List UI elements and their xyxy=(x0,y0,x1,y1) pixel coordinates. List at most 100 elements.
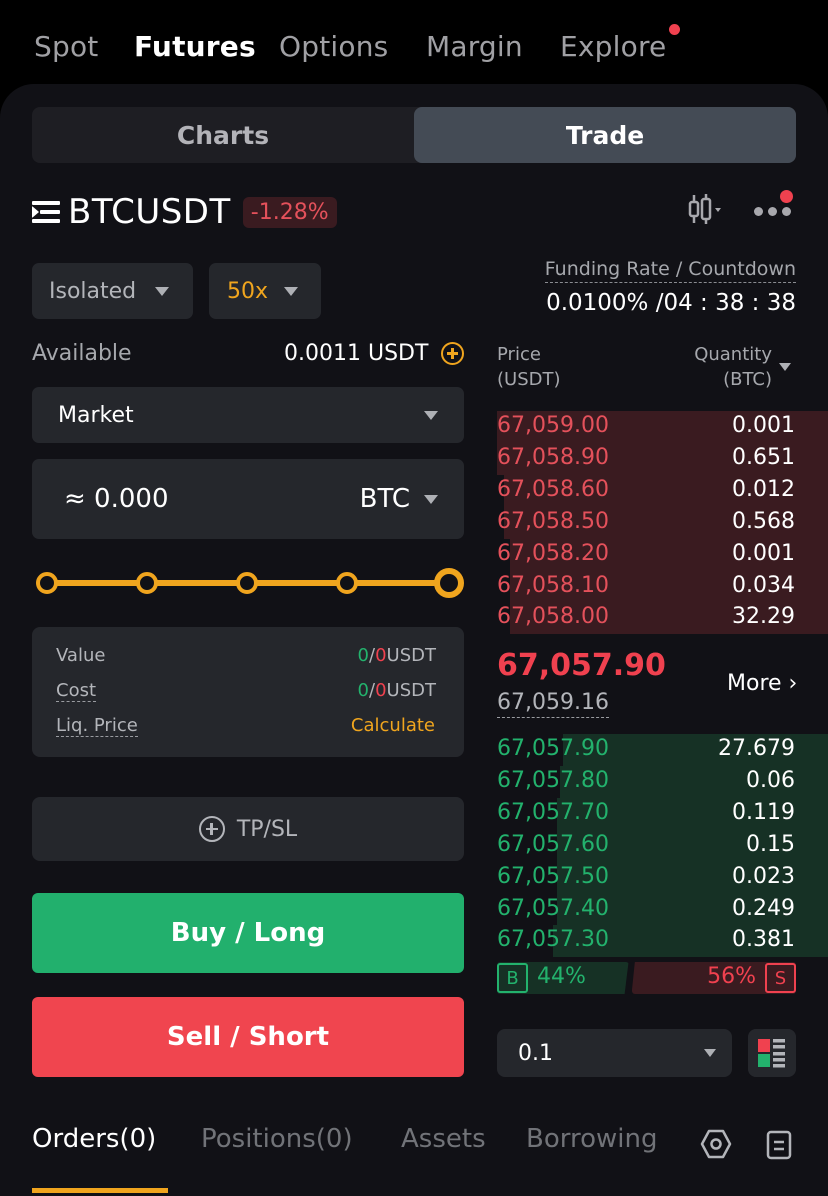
more-dots-icon[interactable] xyxy=(752,200,792,220)
order-quantity: 0.651 xyxy=(732,444,795,470)
nav-explore[interactable]: Explore xyxy=(560,30,666,63)
order-price: 67,057.50 xyxy=(497,863,609,889)
bid-row[interactable]: 67,057.30 0.381 xyxy=(497,925,828,958)
slider-step-75[interactable] xyxy=(336,572,358,594)
orderbook-layout-icon[interactable] xyxy=(748,1029,796,1077)
depth-step-dropdown[interactable]: 0.1 xyxy=(497,1029,732,1077)
ask-row[interactable]: 67,058.10 0.034 xyxy=(497,570,828,603)
cost-label[interactable]: Cost xyxy=(56,680,97,702)
order-quantity: 0.001 xyxy=(732,413,795,438)
tab-orders[interactable]: Orders(0) xyxy=(32,1124,156,1154)
order-price: 67,057.90 xyxy=(497,736,609,761)
leverage-value: 50x xyxy=(227,278,269,304)
buy-ratio-tag: B xyxy=(497,963,528,993)
add-funds-icon[interactable] xyxy=(441,342,464,365)
tpsl-button[interactable]: TP/SL xyxy=(32,797,464,861)
liq-price-label[interactable]: Liq. Price xyxy=(56,715,138,737)
buy-sell-ratio: B 44% 56% S xyxy=(497,962,796,994)
notification-dot xyxy=(669,24,680,35)
mark-price[interactable]: 67,059.16 xyxy=(497,690,609,718)
leverage-dropdown[interactable]: 50x xyxy=(209,263,321,319)
margin-mode-dropdown[interactable]: Isolated xyxy=(32,263,193,319)
sell-short-button[interactable]: Sell / Short xyxy=(32,997,464,1077)
symbol-header[interactable]: BTCUSDT -1.28% xyxy=(32,192,337,232)
cost-amount: 0/0USDT xyxy=(357,680,436,701)
order-quantity: 0.568 xyxy=(732,508,795,534)
quantity-column-header[interactable]: Quantity (BTC) xyxy=(694,342,772,392)
document-list-icon[interactable] xyxy=(766,1130,794,1160)
order-price: 67,057.30 xyxy=(497,927,609,953)
order-quantity: 27.679 xyxy=(718,736,795,761)
slider-handle[interactable] xyxy=(434,568,464,598)
order-price: 67,057.80 xyxy=(497,767,609,793)
order-quantity: 0.249 xyxy=(732,895,795,921)
buy-long-button[interactable]: Buy / Long xyxy=(32,893,464,973)
funding-rate-value: 0.0100% /04 : 38 : 38 xyxy=(546,290,796,316)
bid-row[interactable]: 67,057.80 0.06 xyxy=(497,765,828,798)
order-price: 67,058.20 xyxy=(497,540,609,566)
available-balance: 0.0011 USDT xyxy=(284,341,429,366)
ask-row[interactable]: 67,058.20 0.001 xyxy=(497,538,828,571)
tab-assets[interactable]: Assets xyxy=(401,1124,486,1154)
nav-spot[interactable]: Spot xyxy=(34,30,98,63)
tab-trade[interactable]: Trade xyxy=(414,107,796,163)
sell-ratio-percent: 56% xyxy=(707,964,756,989)
calculate-link[interactable]: Calculate xyxy=(351,715,435,737)
more-link[interactable]: More › xyxy=(727,671,797,696)
order-quantity: 0.06 xyxy=(746,767,795,793)
slider-step-0[interactable] xyxy=(36,572,58,594)
chevron-down-icon xyxy=(155,286,169,296)
top-nav: Spot Futures Options Margin Explore xyxy=(0,0,828,90)
buy-ratio-percent: 44% xyxy=(537,964,586,989)
order-price: 67,059.00 xyxy=(497,413,609,438)
order-price: 67,057.70 xyxy=(497,799,609,825)
available-label: Available xyxy=(32,341,132,366)
slider-step-50[interactable] xyxy=(236,572,258,594)
order-price: 67,058.10 xyxy=(497,572,609,598)
notification-dot xyxy=(780,190,793,203)
ask-row[interactable]: 67,058.50 0.568 xyxy=(497,506,828,539)
nav-futures[interactable]: Futures xyxy=(134,30,256,63)
value-amount: 0/0USDT xyxy=(357,645,436,666)
quantity-input[interactable]: ≈ 0.000 BTC xyxy=(32,459,464,539)
tab-positions[interactable]: Positions(0) xyxy=(201,1124,353,1154)
quantity-value[interactable]: ≈ 0.000 xyxy=(64,484,360,514)
order-price: 67,058.00 xyxy=(497,604,609,630)
order-type-value: Market xyxy=(58,402,134,428)
ask-row[interactable]: 67,058.60 0.012 xyxy=(497,474,828,507)
order-quantity: 0.381 xyxy=(732,927,795,953)
hexagon-settings-icon[interactable] xyxy=(700,1128,732,1160)
chevron-down-icon[interactable] xyxy=(779,363,791,371)
tab-charts[interactable]: Charts xyxy=(32,107,414,163)
last-price: 67,057.90 xyxy=(497,648,666,683)
order-type-dropdown[interactable]: Market xyxy=(32,387,464,443)
order-price: 67,057.40 xyxy=(497,895,609,921)
price-change-badge: -1.28% xyxy=(242,196,337,228)
bid-row[interactable]: 67,057.40 0.249 xyxy=(497,893,828,926)
order-quantity: 0.119 xyxy=(732,799,795,825)
tab-borrowing[interactable]: Borrowing xyxy=(526,1124,666,1154)
quantity-unit[interactable]: BTC xyxy=(360,484,410,514)
nav-margin[interactable]: Margin xyxy=(426,30,523,63)
ask-row[interactable]: 67,058.90 0.651 xyxy=(497,442,828,475)
ask-row[interactable]: 67,058.00 32.29 xyxy=(497,602,828,635)
bid-row[interactable]: 67,057.50 0.023 xyxy=(497,861,828,894)
nav-options[interactable]: Options xyxy=(279,30,388,63)
order-quantity: 0.012 xyxy=(732,476,795,502)
price-column-header: Price (USDT) xyxy=(497,344,561,390)
quantity-slider[interactable] xyxy=(36,568,464,598)
candlestick-icon[interactable] xyxy=(688,193,724,225)
bid-row[interactable]: 67,057.90 27.679 xyxy=(497,734,828,766)
bid-row[interactable]: 67,057.70 0.119 xyxy=(497,797,828,830)
ask-row[interactable]: 67,059.00 0.001 xyxy=(497,411,828,443)
value-label: Value xyxy=(56,645,106,666)
bid-row[interactable]: 67,057.60 0.15 xyxy=(497,829,828,862)
margin-mode-value: Isolated xyxy=(49,278,137,304)
funding-rate-label[interactable]: Funding Rate / Countdown xyxy=(544,258,796,283)
plus-circle-icon xyxy=(198,816,225,842)
tpsl-label: TP/SL xyxy=(236,816,298,842)
list-menu-icon[interactable] xyxy=(32,200,60,224)
slider-step-25[interactable] xyxy=(136,572,158,594)
bottom-tabs: Orders(0) Positions(0) Assets Borrowing xyxy=(0,1124,828,1196)
chevron-down-icon xyxy=(284,286,298,296)
